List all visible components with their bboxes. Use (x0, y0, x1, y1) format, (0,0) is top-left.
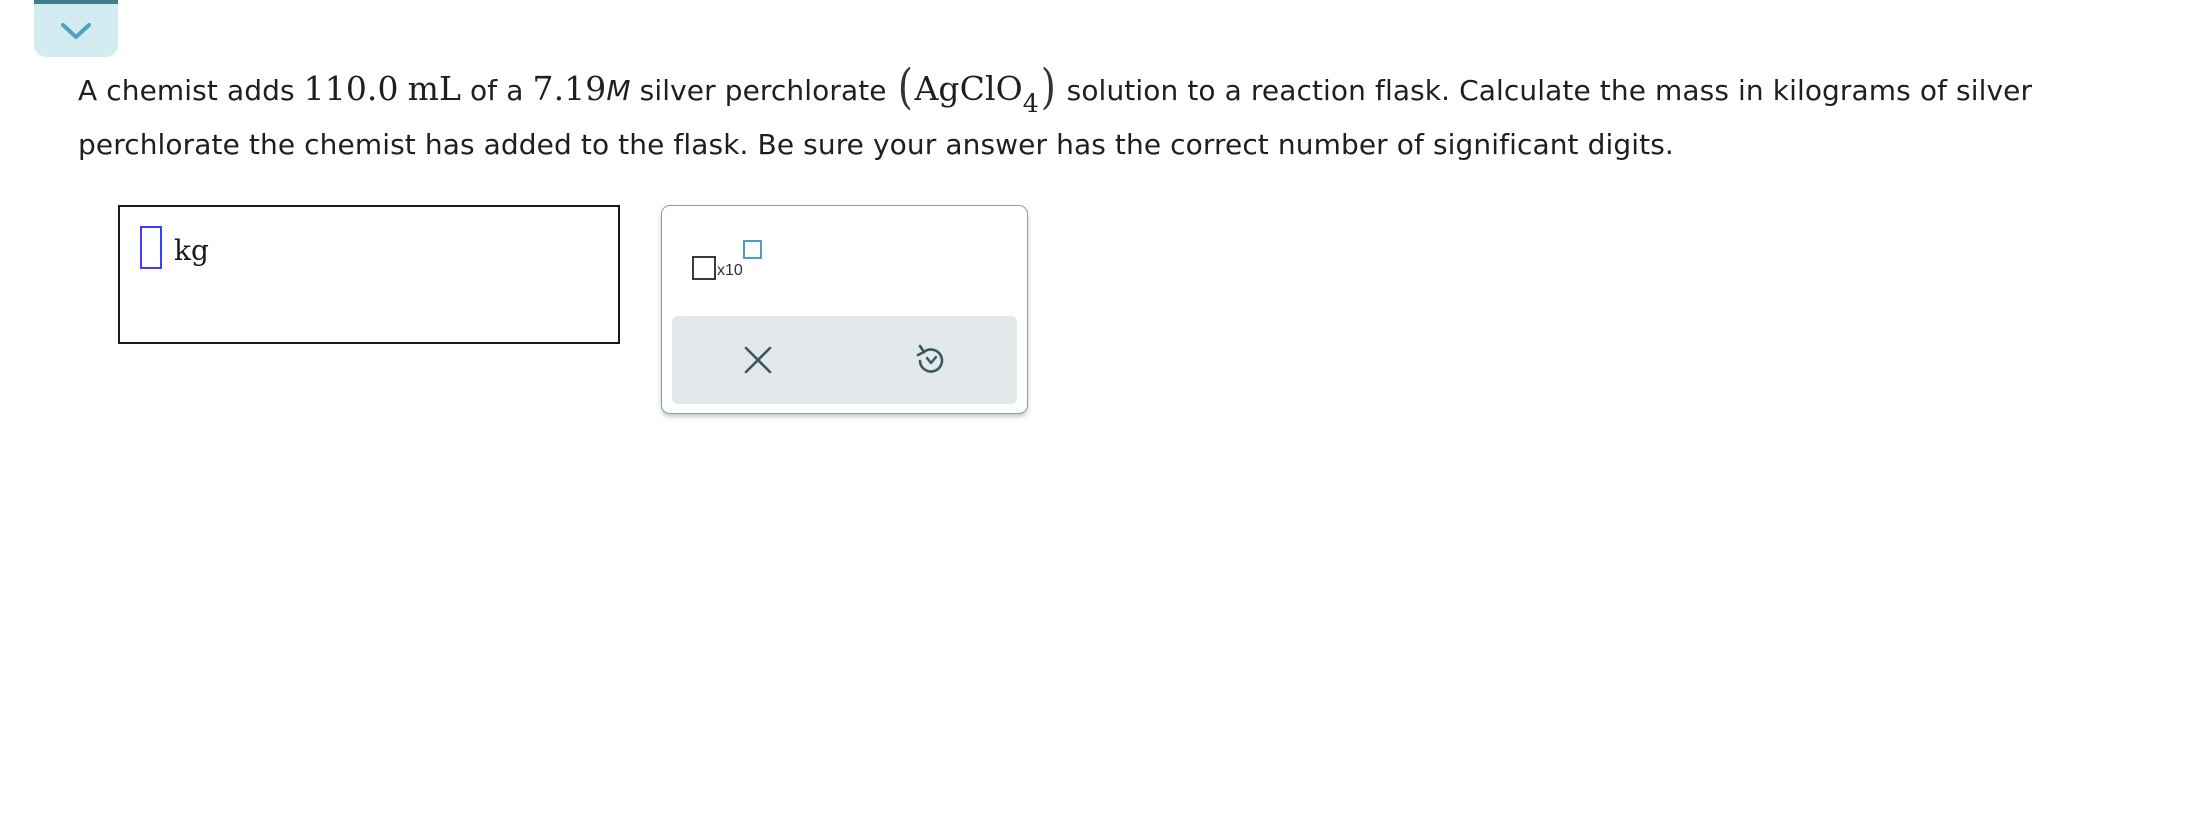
exponent-box-icon (743, 240, 762, 259)
undo-button[interactable] (844, 316, 1016, 404)
scientific-notation-button[interactable]: x10 (692, 240, 764, 292)
volume-unit: mL (407, 69, 462, 108)
page: A chemist adds 110.0 mL of a 7.19M silve… (0, 0, 2210, 830)
formula-main: AgClO (914, 69, 1023, 108)
question-part-2: of a (461, 74, 533, 107)
left-paren: ( (897, 59, 913, 115)
right-paren: ) (1040, 59, 1056, 115)
answer-box: kg (118, 205, 620, 344)
question-part-1: A chemist adds (78, 74, 304, 107)
chevron-down-icon (61, 22, 91, 39)
clear-button[interactable] (672, 316, 844, 404)
question-text: A chemist adds 110.0 mL of a 7.19M silve… (78, 58, 2188, 171)
undo-icon (916, 344, 944, 373)
coefficient-box-icon (692, 256, 716, 280)
collapse-toggle-button[interactable] (34, 0, 118, 57)
close-icon (744, 346, 772, 374)
answer-input[interactable] (140, 226, 162, 269)
question-part-3: silver perchlorate (630, 74, 896, 107)
volume-value: 110.0 (303, 69, 399, 108)
math-keypad: x10 (661, 205, 1028, 414)
concentration-unit: M (606, 74, 631, 107)
answer-unit: kg (174, 234, 209, 267)
formula-subscript: 4 (1022, 89, 1039, 118)
concentration-value: 7.19 (532, 69, 607, 108)
x10-label: x10 (717, 262, 743, 279)
keypad-action-bar (672, 316, 1017, 404)
